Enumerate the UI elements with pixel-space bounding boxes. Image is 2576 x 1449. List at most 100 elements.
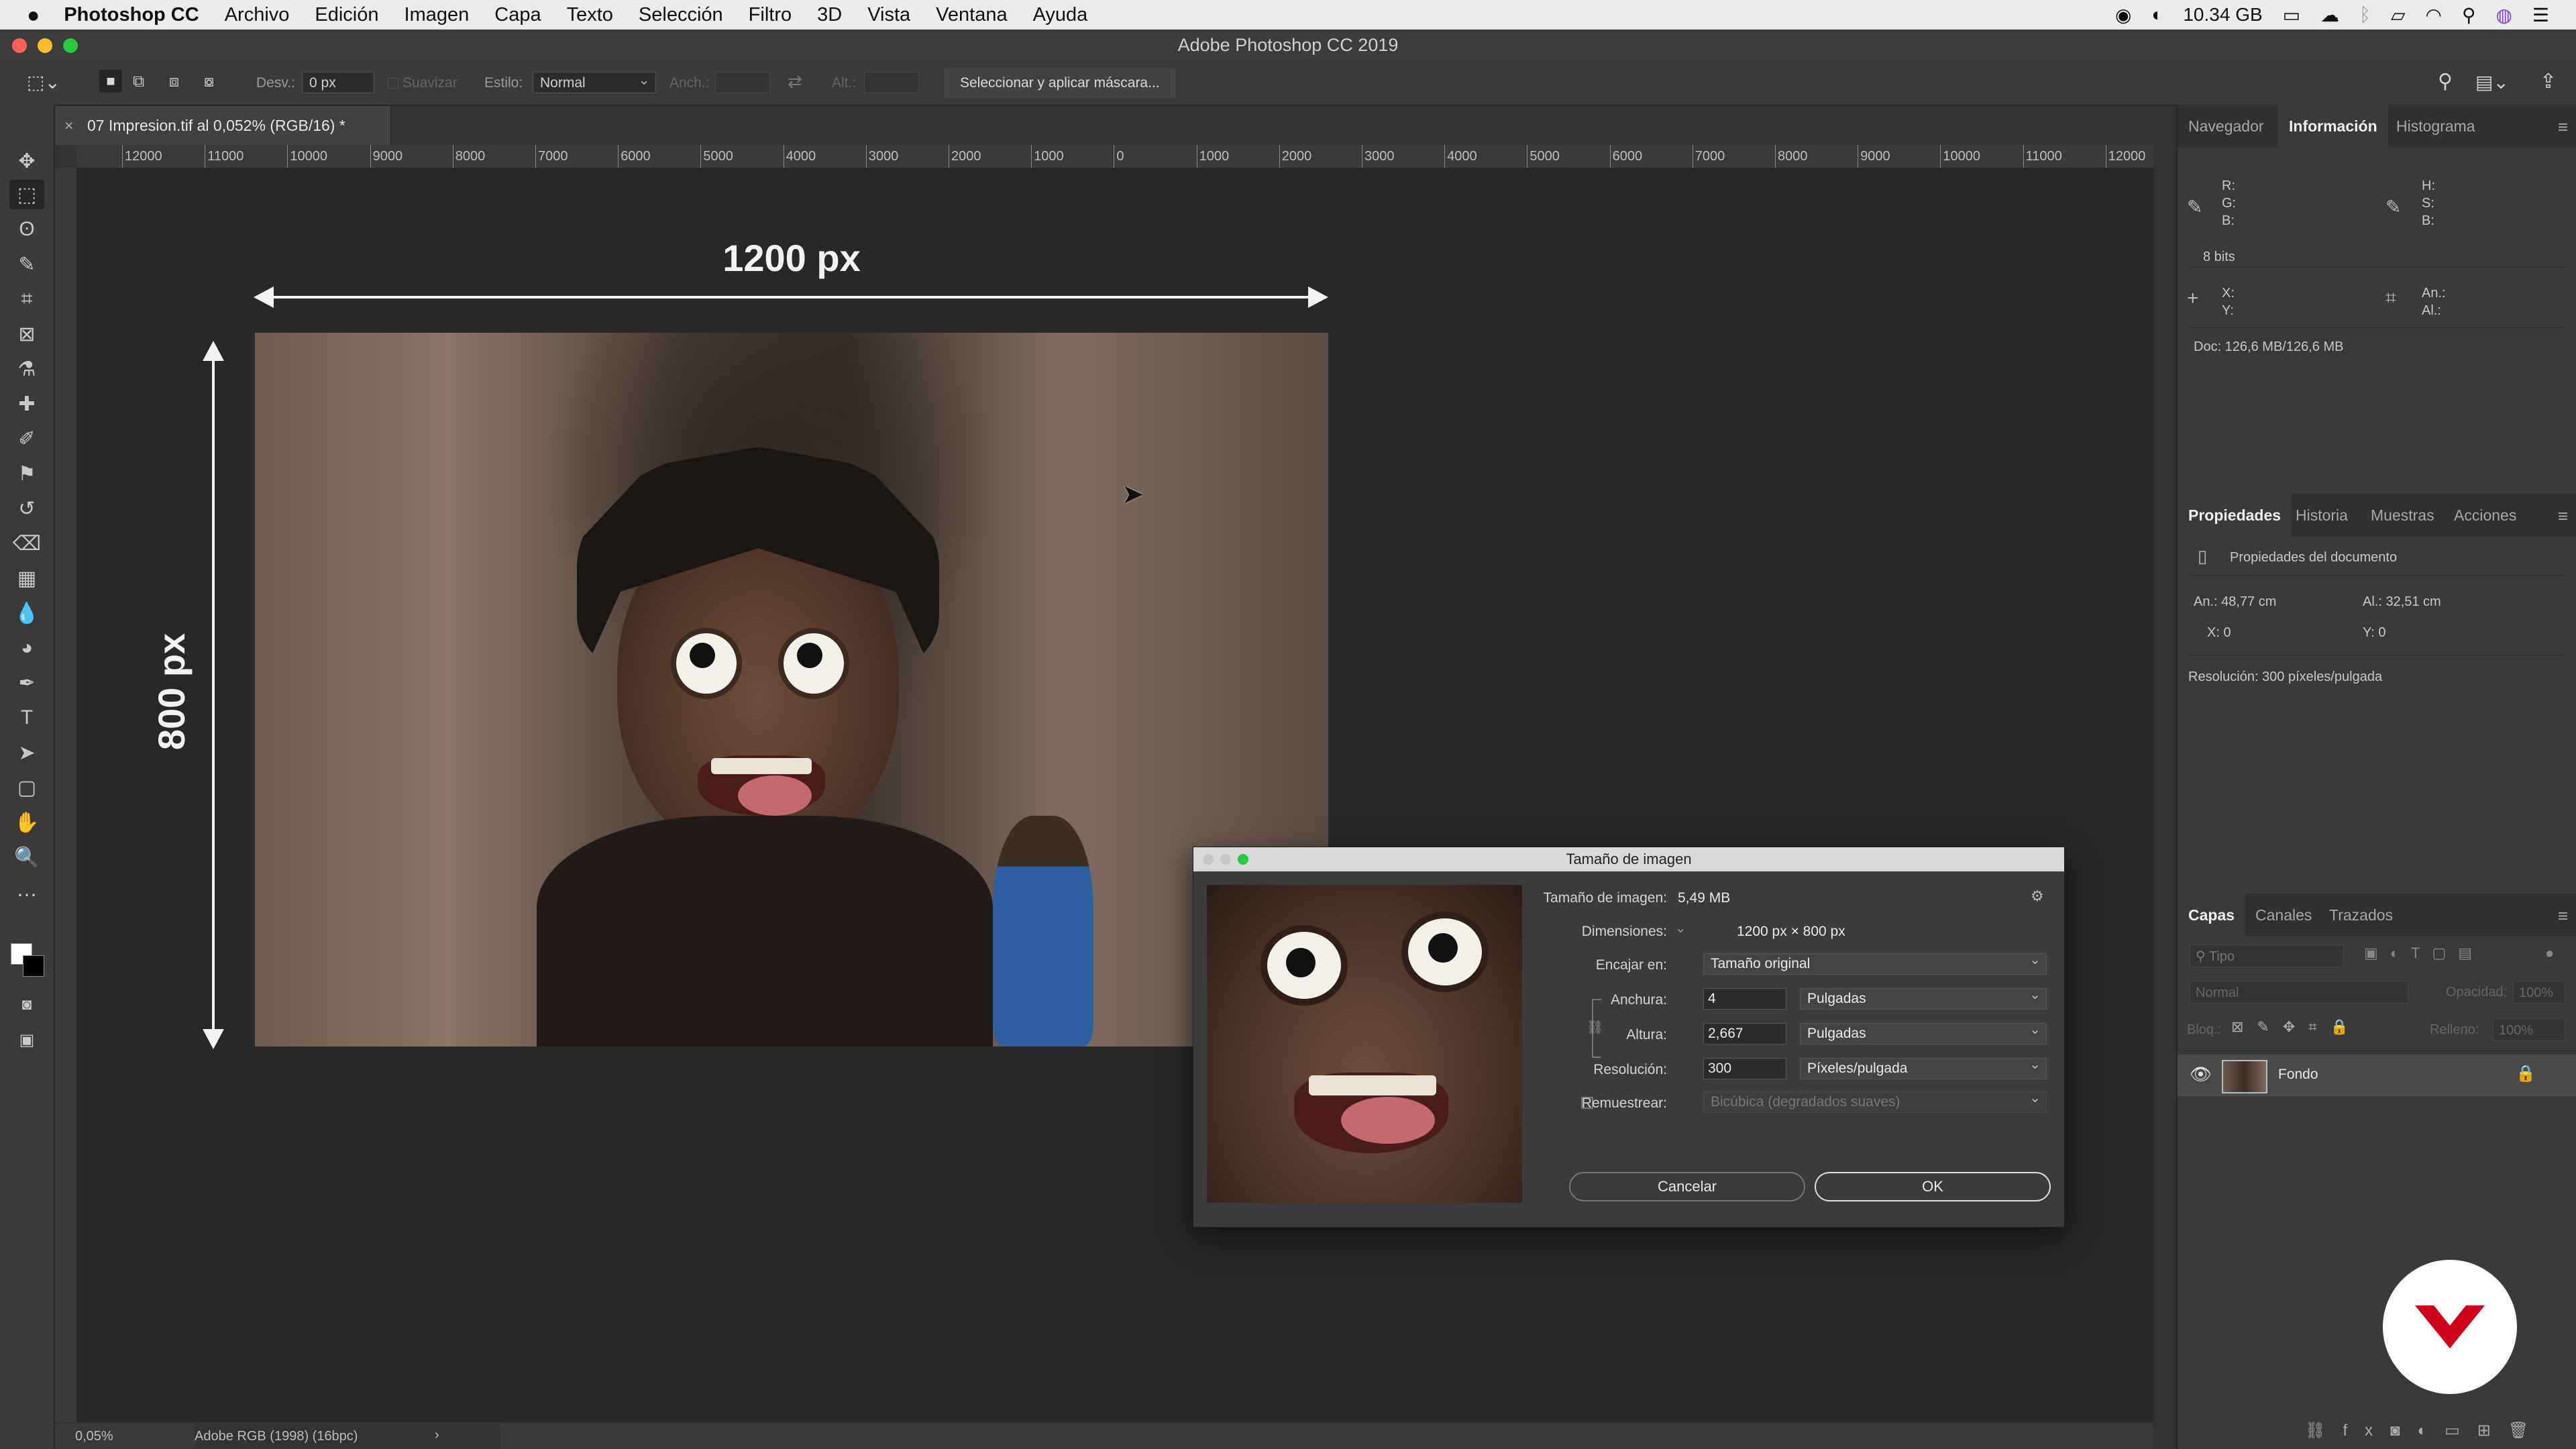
eyedropper-tool-icon[interactable]: ⚗ bbox=[9, 354, 44, 384]
width-input[interactable] bbox=[715, 72, 770, 93]
intersect-selection-icon[interactable]: ⧇ bbox=[204, 72, 214, 91]
layer-filter-select[interactable]: ⚲ Tipo bbox=[2190, 945, 2344, 967]
tab-navegador[interactable]: Navegador bbox=[2178, 105, 2275, 148]
workspace-icon[interactable]: ▤⌄ bbox=[2475, 71, 2509, 93]
chevron-right-icon[interactable]: › bbox=[435, 1428, 439, 1443]
gradient-tool-icon[interactable]: ▦ bbox=[9, 564, 44, 593]
menu-list-icon[interactable]: ☰ bbox=[2532, 4, 2549, 26]
menu-ayuda[interactable]: Ayuda bbox=[1033, 4, 1088, 26]
filter-toggle-icon[interactable]: ● bbox=[2545, 945, 2554, 962]
creative-cloud-icon[interactable]: ◉ bbox=[2115, 4, 2131, 26]
fill-input[interactable]: 100% bbox=[2493, 1018, 2565, 1041]
cancel-button[interactable]: Cancelar bbox=[1569, 1172, 1805, 1201]
lock-options-icons[interactable]: ⊠✎✥⌗🔒 bbox=[2231, 1018, 2362, 1036]
tab-informacion[interactable]: Información bbox=[2278, 105, 2388, 148]
crop-tool-icon[interactable]: ⌗ bbox=[9, 284, 44, 314]
dodge-tool-icon[interactable]: ◕ bbox=[9, 633, 44, 663]
move-tool-icon[interactable]: ✥ bbox=[9, 146, 44, 176]
resolution-unit-select[interactable]: Píxeles/pulgada bbox=[1800, 1055, 2047, 1079]
panel-menu-icon[interactable]: ≡ bbox=[2558, 506, 2568, 527]
brush-tool-icon[interactable]: ✐ bbox=[9, 424, 44, 453]
search-icon[interactable]: ⚲ bbox=[2438, 70, 2453, 93]
blend-mode-select[interactable]: Normal bbox=[2190, 981, 2408, 1004]
panel-menu-icon[interactable]: ≡ bbox=[2558, 906, 2568, 926]
blur-tool-icon[interactable]: 💧 bbox=[9, 598, 44, 628]
feather-input[interactable]: 0 px bbox=[302, 72, 374, 93]
layer-row[interactable]: 👁 Fondo 🔒 bbox=[2178, 1055, 2576, 1096]
background-color-swatch[interactable] bbox=[23, 955, 44, 977]
menu-ventana[interactable]: Ventana bbox=[936, 4, 1007, 26]
disk-status-icon[interactable]: ◐ bbox=[2151, 4, 2163, 25]
siri-icon[interactable]: ◍ bbox=[2496, 4, 2512, 26]
panel-menu-icon[interactable]: ≡ bbox=[2558, 117, 2568, 138]
close-tab-icon[interactable]: × bbox=[64, 106, 73, 145]
zoom-tool-icon[interactable]: 🔍 bbox=[9, 843, 44, 872]
menu-capa[interactable]: Capa bbox=[494, 4, 541, 26]
hand-tool-icon[interactable]: ✋ bbox=[9, 808, 44, 837]
history-brush-icon[interactable]: ↺ bbox=[9, 494, 44, 523]
marquee-preset-icon[interactable]: ⬚⌄ bbox=[27, 71, 60, 93]
frame-tool-icon[interactable]: ⊠ bbox=[9, 319, 44, 349]
tab-propiedades[interactable]: Propiedades bbox=[2178, 494, 2292, 537]
select-and-mask-button[interactable]: Seleccionar y aplicar máscara... bbox=[945, 68, 1175, 98]
zoom-window-button[interactable] bbox=[63, 38, 78, 53]
visibility-eye-icon[interactable]: 👁 bbox=[2190, 1064, 2212, 1085]
dialog-close-button[interactable] bbox=[1203, 854, 1214, 865]
layer-name[interactable]: Fondo bbox=[2278, 1067, 2318, 1083]
menu-3d[interactable]: 3D bbox=[817, 4, 842, 26]
swap-dimensions-icon[interactable]: ⇄ bbox=[788, 71, 802, 92]
vertical-ruler[interactable] bbox=[55, 168, 77, 1422]
tab-acciones[interactable]: Acciones bbox=[2443, 494, 2527, 537]
ok-button[interactable]: OK bbox=[1815, 1172, 2051, 1201]
menu-imagen[interactable]: Imagen bbox=[405, 4, 470, 26]
horizontal-ruler[interactable]: 12000 11000 10000 9000 8000 7000 6000 5000 4000 3… bbox=[76, 145, 2153, 168]
layer-filter-icons[interactable]: ▣◐T▢▤ bbox=[2364, 945, 2484, 962]
storage-readout[interactable]: 10.34 GB bbox=[2183, 4, 2262, 25]
tab-trazados[interactable]: Trazados bbox=[2318, 894, 2404, 936]
apple-icon[interactable]: ● bbox=[27, 3, 40, 28]
menu-archivo[interactable]: Archivo bbox=[225, 4, 290, 26]
search-icon[interactable]: ⚲ bbox=[2462, 4, 2476, 26]
fit-to-select[interactable]: Tamaño original bbox=[1703, 950, 2047, 975]
airplay-icon[interactable]: ▱ bbox=[2391, 4, 2406, 26]
height-input[interactable] bbox=[864, 72, 919, 93]
bluetooth-icon[interactable]: ᛒ bbox=[2359, 4, 2371, 25]
style-select[interactable]: Normal ⌄ bbox=[533, 72, 656, 93]
settings-gear-icon[interactable]: ⚙ bbox=[2031, 888, 2044, 905]
dialog-zoom-button[interactable] bbox=[1238, 854, 1248, 865]
tab-capas[interactable]: Capas bbox=[2178, 894, 2246, 936]
pen-tool-icon[interactable]: ✒ bbox=[9, 668, 44, 698]
resolution-input[interactable]: 300 bbox=[1703, 1058, 1786, 1079]
document-tab[interactable]: × 07 Impresion.tif al 0,052% (RGB/16) * bbox=[55, 106, 391, 145]
menu-app-name[interactable]: Photoshop CC bbox=[64, 4, 199, 26]
document-photo[interactable] bbox=[255, 333, 1328, 1046]
marquee-tool-icon[interactable]: ⬚ bbox=[9, 180, 44, 209]
width-input[interactable]: 4 bbox=[1703, 988, 1786, 1010]
more-tools-icon[interactable]: ⋯ bbox=[9, 880, 44, 910]
layer-actions-icons[interactable]: ⛓fx◙◐▭⊞🗑 bbox=[2305, 1421, 2546, 1440]
opacity-input[interactable]: 100% bbox=[2513, 981, 2565, 1004]
zoom-level[interactable]: 0,05% bbox=[75, 1429, 113, 1444]
display-icon[interactable]: ▭ bbox=[2283, 4, 2300, 26]
type-tool-icon[interactable]: T bbox=[9, 703, 44, 733]
cloud-icon[interactable]: ☁ bbox=[2320, 4, 2339, 26]
close-window-button[interactable] bbox=[12, 38, 27, 53]
subtract-selection-icon[interactable]: ⧈ bbox=[169, 72, 179, 91]
tab-histograma[interactable]: Histograma bbox=[2385, 105, 2486, 148]
height-input[interactable]: 2,667 bbox=[1703, 1023, 1786, 1044]
height-unit-select[interactable]: Pulgadas bbox=[1800, 1020, 2047, 1044]
path-selection-icon[interactable]: ➤ bbox=[9, 738, 44, 767]
tab-canales[interactable]: Canales bbox=[2245, 894, 2322, 936]
clone-stamp-icon[interactable]: ⚑ bbox=[9, 459, 44, 488]
chevron-down-icon[interactable]: ⌄ bbox=[1675, 920, 1686, 936]
shape-tool-icon[interactable]: ▢ bbox=[9, 773, 44, 802]
wifi-icon[interactable]: ◠ bbox=[2426, 4, 2442, 26]
dialog-minimize-button[interactable] bbox=[1220, 854, 1231, 865]
add-selection-icon[interactable]: ⧉ bbox=[133, 72, 144, 91]
healing-brush-icon[interactable]: ✚ bbox=[9, 389, 44, 419]
width-unit-select[interactable]: Pulgadas bbox=[1800, 985, 2047, 1010]
menu-texto[interactable]: Texto bbox=[567, 4, 613, 26]
share-icon[interactable]: ⇪ bbox=[2540, 70, 2557, 93]
tab-muestras[interactable]: Muestras bbox=[2360, 494, 2445, 537]
menu-filtro[interactable]: Filtro bbox=[749, 4, 792, 26]
